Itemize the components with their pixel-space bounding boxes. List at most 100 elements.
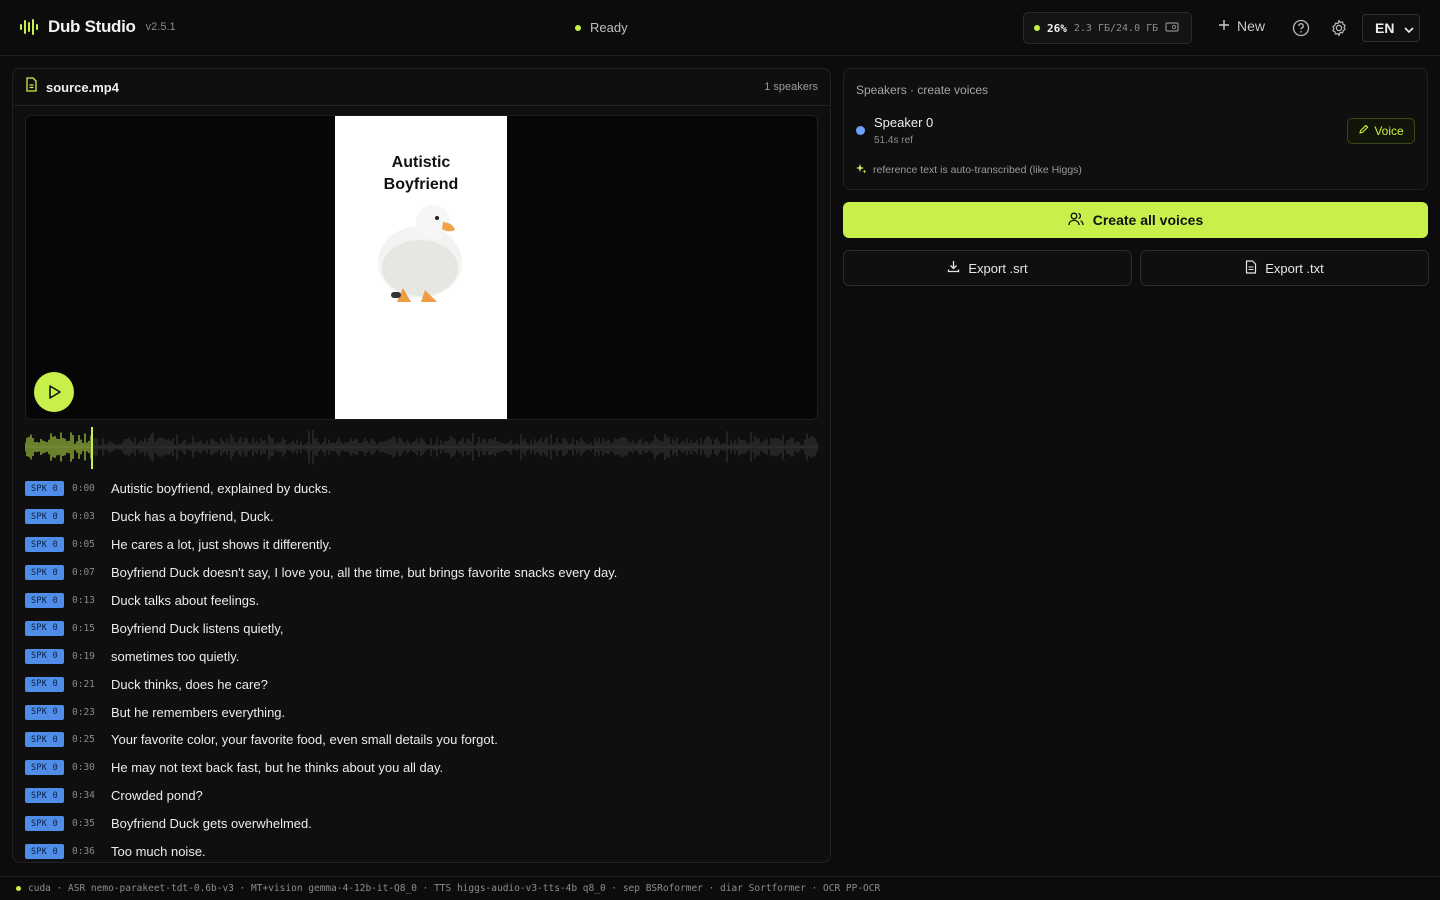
pencil-icon: [1358, 124, 1369, 138]
transcript-row[interactable]: SPK 0 0:19 sometimes too quietly.: [25, 642, 818, 670]
timestamp[interactable]: 0:19: [64, 651, 111, 662]
transcript-text[interactable]: Boyfriend Duck gets overwhelmed.: [111, 816, 312, 831]
timestamp[interactable]: 0:15: [64, 623, 111, 634]
timestamp[interactable]: 0:21: [64, 679, 111, 690]
gear-icon[interactable]: [1329, 18, 1349, 38]
speaker-badge[interactable]: SPK 0: [25, 481, 64, 497]
transcript-row[interactable]: SPK 0 0:05 He cares a lot, just shows it d…: [25, 531, 818, 559]
chevron-down-icon: [1404, 20, 1415, 36]
speakers-panel-title: Speakers · create voices: [856, 83, 989, 97]
speaker-ref-duration: 51.4s ref: [874, 135, 913, 146]
speaker-badge[interactable]: SPK 0: [25, 620, 64, 636]
transcript-row[interactable]: SPK 0 0:35 Boyfriend Duck gets overwhelmed…: [25, 810, 818, 838]
transcript-row[interactable]: SPK 0 0:13 Duck talks about feelings.: [25, 587, 818, 615]
status-dot-icon: [575, 24, 581, 31]
transcript-row[interactable]: SPK 0 0:34 Crowded pond?: [25, 782, 818, 810]
transcript-row[interactable]: SPK 0 0:03 Duck has a boyfriend, Duck.: [25, 503, 818, 531]
source-panel: source.mp4 1 speakers Autistic Boyfriend: [12, 68, 831, 863]
speaker-badge[interactable]: SPK 0: [25, 732, 64, 748]
users-icon: [1068, 212, 1084, 229]
gpu-usage-widget[interactable]: 26% 2.3 ГБ/24.0 ГБ: [1023, 12, 1192, 44]
speaker-badge[interactable]: SPK 0: [25, 537, 64, 553]
timestamp[interactable]: 0:23: [64, 707, 111, 718]
export-srt-button[interactable]: Export .srt: [843, 250, 1132, 286]
timestamp[interactable]: 0:25: [64, 734, 111, 745]
timestamp[interactable]: 0:34: [64, 790, 111, 801]
speaker-badge[interactable]: SPK 0: [25, 844, 64, 860]
transcript-text[interactable]: Duck has a boyfriend, Duck.: [111, 509, 274, 524]
speaker-badge[interactable]: SPK 0: [25, 565, 64, 581]
speaker-badge[interactable]: SPK 0: [25, 509, 64, 525]
download-icon: [947, 260, 960, 276]
transcript-text[interactable]: Autistic boyfriend, explained by ducks.: [111, 481, 331, 496]
timestamp[interactable]: 0:36: [64, 846, 111, 857]
app-version: v2.5.1: [145, 21, 176, 33]
auto-transcribe-note-text: reference text is auto-transcribed (like…: [873, 164, 1082, 176]
speaker-badge[interactable]: SPK 0: [25, 760, 64, 776]
video-player[interactable]: Autistic Boyfriend: [25, 115, 818, 420]
transcript-row[interactable]: SPK 0 0:36 Too much noise.: [25, 838, 818, 866]
transcript-text[interactable]: Duck talks about feelings.: [111, 593, 259, 608]
language-select[interactable]: EN: [1362, 14, 1420, 42]
speaker-badge[interactable]: SPK 0: [25, 593, 64, 608]
transcript-text[interactable]: Boyfriend Duck doesn't say, I love you, …: [111, 565, 617, 580]
status-footer: cuda · ASR nemo-parakeet-tdt-0.6b-v3 · M…: [0, 876, 1440, 900]
source-panel-header: source.mp4 1 speakers: [13, 69, 830, 106]
help-circle-icon[interactable]: [1291, 18, 1311, 38]
plus-icon: [1218, 18, 1230, 34]
transcript-text[interactable]: Duck thinks, does he care?: [111, 677, 268, 692]
timestamp[interactable]: 0:13: [64, 595, 111, 606]
timestamp[interactable]: 0:05: [64, 539, 111, 550]
create-all-voices-button[interactable]: Create all voices: [843, 202, 1428, 238]
export-srt-label: Export .srt: [968, 260, 1028, 276]
timestamp[interactable]: 0:03: [64, 511, 111, 522]
export-txt-label: Export .txt: [1265, 260, 1324, 276]
new-button-label: New: [1237, 18, 1266, 34]
transcript-text[interactable]: But he remembers everything.: [111, 705, 285, 720]
status-indicator: Ready: [575, 20, 628, 35]
gpu-memory: 2.3 ГБ/24.0 ГБ: [1073, 22, 1159, 34]
footer-status-dot-icon: [16, 886, 21, 891]
speakers-panel: Speakers · create voices Speaker 0 51.4s…: [843, 68, 1428, 190]
frame-title-line2: Boyfriend: [383, 176, 459, 193]
transcript-list: SPK 0 0:00 Autistic boyfriend, explained b…: [25, 475, 818, 865]
timestamp[interactable]: 0:35: [64, 818, 111, 829]
speaker-badge[interactable]: SPK 0: [25, 676, 64, 692]
timestamp[interactable]: 0:30: [64, 762, 111, 773]
app-name: Dub Studio: [48, 17, 136, 36]
new-project-button[interactable]: New: [1218, 18, 1265, 34]
transcript-row[interactable]: SPK 0 0:07 Boyfriend Duck doesn't say, I l…: [25, 559, 818, 587]
transcript-row[interactable]: SPK 0 0:21 Duck thinks, does he care?: [25, 670, 818, 698]
transcript-text[interactable]: sometimes too quietly.: [111, 649, 239, 664]
frame-title-line1: Autistic: [391, 154, 451, 171]
speaker-badge[interactable]: SPK 0: [25, 788, 64, 804]
speaker-name: Speaker 0: [874, 115, 934, 130]
status-text: Ready: [590, 20, 628, 35]
transcript-row[interactable]: SPK 0 0:25 Your favorite color, your favor…: [25, 726, 818, 754]
transcript-text[interactable]: Crowded pond?: [111, 788, 203, 803]
model-info: cuda · ASR nemo-parakeet-tdt-0.6b-v3 · M…: [28, 883, 881, 894]
transcript-row[interactable]: SPK 0 0:00 Autistic boyfriend, explained b…: [25, 475, 818, 503]
play-icon: [49, 385, 61, 399]
top-bar: Dub Studio v2.5.1 Ready 26% 2.3 ГБ/24.0 …: [0, 0, 1440, 56]
video-frame-title: Autistic Boyfriend: [335, 152, 507, 196]
transcript-row[interactable]: SPK 0 0:15 Boyfriend Duck listens quietly,: [25, 614, 818, 642]
export-txt-button[interactable]: Export .txt: [1140, 250, 1429, 286]
speaker-voice-button[interactable]: Voice: [1347, 118, 1415, 144]
timestamp[interactable]: 0:07: [64, 567, 111, 578]
file-text-icon: [1245, 259, 1257, 277]
speaker-badge[interactable]: SPK 0: [25, 704, 64, 720]
brand[interactable]: Dub Studio v2.5.1: [18, 16, 176, 38]
timestamp[interactable]: 0:00: [64, 483, 111, 494]
transcript-text[interactable]: He cares a lot, just shows it differentl…: [111, 537, 332, 552]
transcript-text[interactable]: Too much noise.: [111, 844, 206, 859]
transcript-row[interactable]: SPK 0 0:30 He may not text back fast, but …: [25, 754, 818, 782]
speaker-badge[interactable]: SPK 0: [25, 648, 64, 664]
speaker-badge[interactable]: SPK 0: [25, 816, 64, 832]
transcript-text[interactable]: He may not text back fast, but he thinks…: [111, 760, 443, 775]
transcript-text[interactable]: Your favorite color, your favorite food,…: [111, 732, 498, 747]
play-button[interactable]: [34, 372, 74, 412]
transcript-text[interactable]: Boyfriend Duck listens quietly,: [111, 621, 283, 636]
audio-waveform[interactable]: [25, 427, 818, 469]
transcript-row[interactable]: SPK 0 0:23 But he remembers everything.: [25, 698, 818, 726]
